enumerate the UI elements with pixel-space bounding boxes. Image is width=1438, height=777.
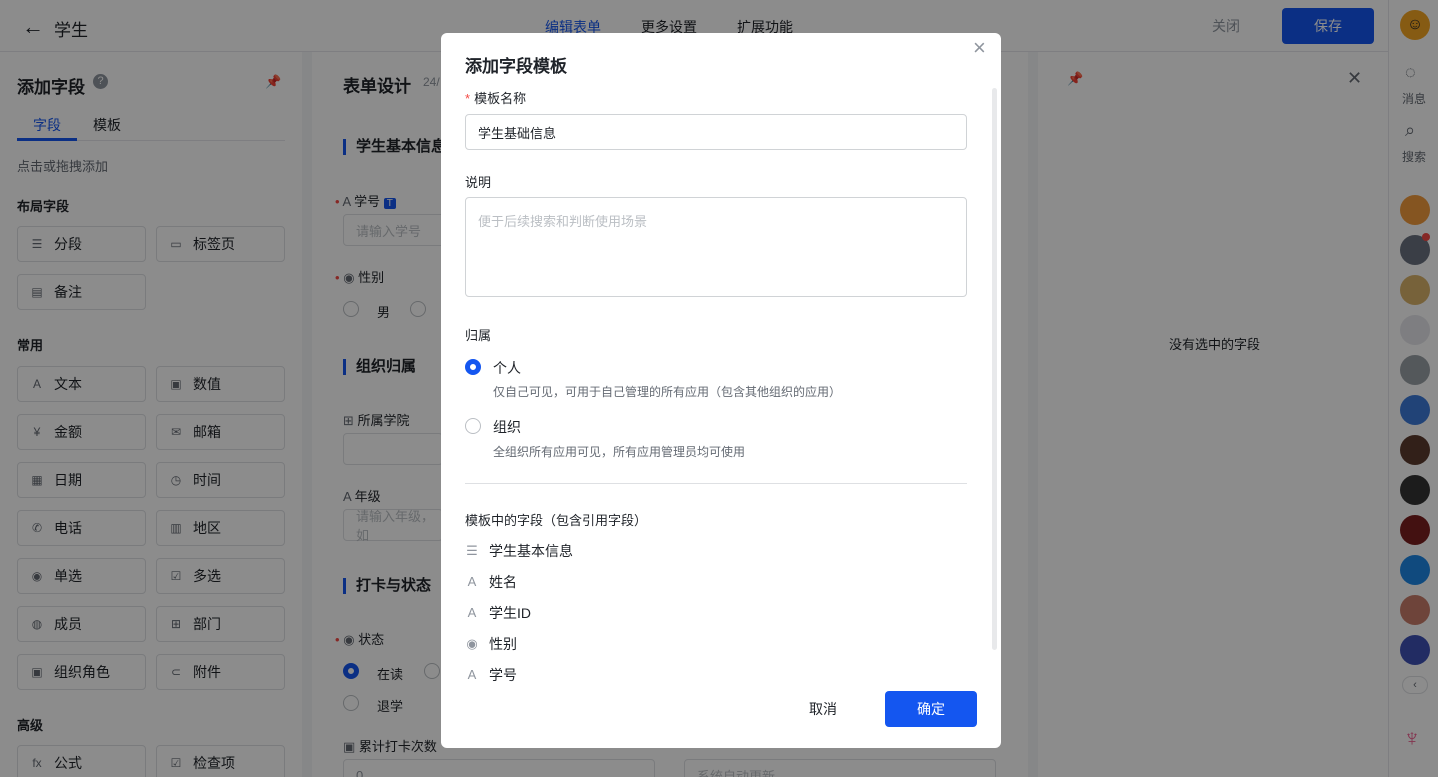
option-organization-title[interactable]: 组织 bbox=[493, 417, 521, 437]
description-label: 说明 bbox=[465, 175, 492, 190]
belong-label: 归属 bbox=[465, 328, 492, 343]
description-textarea[interactable]: 便于后续搜索和判断使用场景 bbox=[465, 197, 967, 297]
option-organization-desc: 全组织所有应用可见，所有应用管理员均可使用 bbox=[493, 445, 746, 459]
list-item-label: 学生ID bbox=[489, 604, 531, 621]
single-select-icon: ◉ bbox=[466, 635, 478, 651]
list-item: ☰ 学生基本信息 bbox=[465, 535, 573, 566]
template-name-input[interactable]: 学生基础信息 bbox=[465, 114, 967, 150]
section-icon: ☰ bbox=[466, 542, 478, 558]
confirm-button[interactable]: 确定 bbox=[885, 691, 977, 727]
cancel-button[interactable]: 取消 bbox=[791, 691, 855, 727]
radio-organization[interactable] bbox=[465, 418, 481, 434]
list-item: A 学号 bbox=[465, 659, 573, 690]
list-item-label: 学号 bbox=[489, 666, 517, 683]
option-personal-desc: 仅自己可见，可用于自己管理的所有应用（包含其他组织的应用） bbox=[493, 385, 842, 399]
list-item: ◉ 性别 bbox=[465, 628, 573, 659]
list-item: A 学生ID bbox=[465, 597, 573, 628]
template-fields-list: ☰ 学生基本信息 A 姓名 A 学生ID ◉ 性别 A 学号 bbox=[465, 535, 573, 690]
list-item: A 姓名 bbox=[465, 566, 573, 597]
text-icon: A bbox=[467, 667, 477, 682]
list-item-label: 性别 bbox=[489, 635, 517, 652]
list-item-label: 学生基本信息 bbox=[489, 542, 573, 559]
text-icon: A bbox=[467, 605, 477, 620]
dialog-title: 添加字段模板 bbox=[465, 57, 567, 76]
add-template-dialog: 添加字段模板 × * 模板名称 学生基础信息 说明 便于后续搜索和判断使用场景 归… bbox=[441, 33, 1001, 748]
dialog-divider bbox=[465, 483, 967, 484]
option-personal-title[interactable]: 个人 bbox=[493, 358, 521, 378]
radio-personal[interactable] bbox=[465, 359, 481, 375]
close-icon[interactable]: × bbox=[973, 35, 986, 61]
template-fields-label: 模板中的字段（包含引用字段） bbox=[465, 513, 648, 528]
dialog-scrollbar[interactable] bbox=[992, 88, 997, 650]
template-name-label: * 模板名称 bbox=[465, 91, 527, 106]
list-item-label: 姓名 bbox=[489, 573, 517, 590]
text-icon: A bbox=[467, 574, 477, 589]
required-marker: * bbox=[465, 91, 471, 106]
